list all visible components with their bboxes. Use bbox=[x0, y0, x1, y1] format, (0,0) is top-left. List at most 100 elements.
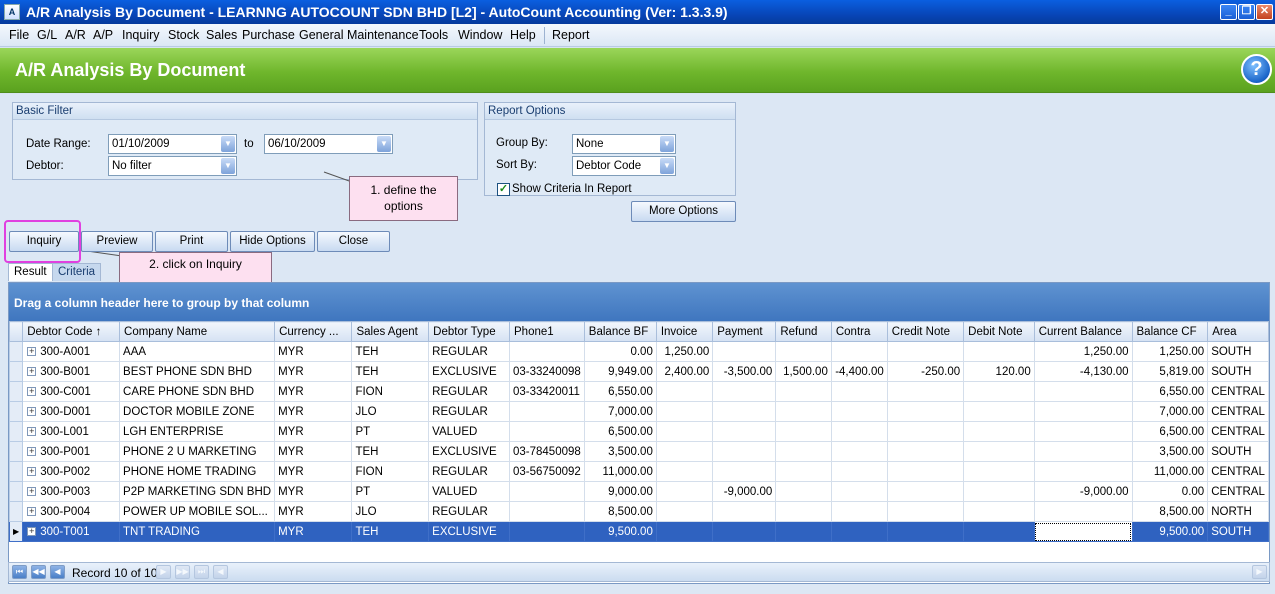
table-cell[interactable]: EXCLUSIVE bbox=[428, 521, 510, 542]
table-cell[interactable]: CENTRAL bbox=[1207, 421, 1269, 442]
date-from-field[interactable]: 01/10/2009 ▼ bbox=[108, 134, 237, 154]
menu-file[interactable]: File bbox=[9, 28, 29, 42]
table-cell[interactable]: PHONE HOME TRADING bbox=[119, 461, 276, 482]
expand-icon[interactable]: + bbox=[27, 346, 37, 356]
table-row[interactable]: +300-B001 BEST PHONE SDN BHD MYR TEH EXCLUSI… bbox=[9, 361, 1269, 382]
table-cell[interactable]: 9,500.00 bbox=[1131, 521, 1209, 542]
table-cell[interactable]: 1,500.00 bbox=[775, 361, 832, 382]
menu-ap[interactable]: A/P bbox=[93, 28, 113, 42]
window-title-bar[interactable]: A A/R Analysis By Document - LEARNNG AUT… bbox=[0, 0, 1275, 24]
expand-icon[interactable]: + bbox=[27, 426, 37, 436]
menu-tools[interactable]: Tools bbox=[419, 28, 448, 42]
table-cell[interactable] bbox=[509, 401, 585, 422]
row-indicator[interactable] bbox=[9, 501, 24, 522]
expand-icon[interactable]: + bbox=[27, 466, 37, 476]
menu-general-maintenance[interactable]: General Maintenance bbox=[299, 28, 419, 42]
table-cell[interactable]: NORTH bbox=[1207, 501, 1269, 522]
table-cell[interactable] bbox=[712, 441, 777, 462]
table-cell[interactable]: PHONE 2 U MARKETING bbox=[119, 441, 276, 462]
table-cell[interactable] bbox=[963, 441, 1035, 462]
menu-purchase[interactable]: Purchase bbox=[242, 28, 295, 42]
table-cell[interactable]: 2,400.00 bbox=[655, 361, 714, 382]
table-cell[interactable]: SOUTH bbox=[1207, 521, 1269, 542]
table-cell[interactable]: 1,250.00 bbox=[1033, 341, 1133, 362]
table-cell[interactable] bbox=[509, 501, 585, 522]
tab-result[interactable]: Result bbox=[8, 263, 53, 281]
more-options-button[interactable]: More Options bbox=[631, 201, 736, 222]
table-cell[interactable] bbox=[712, 501, 777, 522]
table-row[interactable]: +300-C001 CARE PHONE SDN BHD MYR FION REGULA… bbox=[9, 381, 1269, 402]
table-cell[interactable] bbox=[775, 341, 832, 362]
first-record-icon[interactable]: ⏮ bbox=[12, 565, 27, 579]
table-cell[interactable] bbox=[1033, 421, 1133, 442]
group-by-select[interactable]: None ▼ bbox=[572, 134, 676, 154]
column-header[interactable]: Current Balance bbox=[1033, 321, 1133, 342]
column-header[interactable]: Sales Agent bbox=[351, 321, 430, 342]
table-cell[interactable] bbox=[963, 401, 1035, 422]
table-cell[interactable] bbox=[830, 441, 888, 462]
table-cell[interactable]: P2P MARKETING SDN BHD bbox=[119, 481, 276, 502]
expand-icon[interactable]: + bbox=[27, 446, 37, 456]
table-cell[interactable] bbox=[830, 401, 888, 422]
table-cell[interactable] bbox=[886, 521, 965, 542]
tab-criteria[interactable]: Criteria bbox=[52, 263, 102, 281]
table-cell[interactable]: -9,000.00 bbox=[712, 481, 777, 502]
print-button[interactable]: Print bbox=[155, 231, 228, 252]
column-header[interactable]: Company Name bbox=[119, 321, 276, 342]
table-cell[interactable]: MYR bbox=[274, 421, 353, 442]
table-cell[interactable]: POWER UP MOBILE SOL... bbox=[119, 501, 276, 522]
column-header[interactable]: Credit Note bbox=[886, 321, 965, 342]
table-cell[interactable] bbox=[963, 421, 1035, 442]
table-cell[interactable]: +300-T001 bbox=[22, 521, 121, 542]
table-cell[interactable]: -3,500.00 bbox=[712, 361, 777, 382]
table-cell[interactable]: 5,819.00 bbox=[1131, 361, 1209, 382]
close-window-icon[interactable]: ✕ bbox=[1256, 4, 1273, 20]
table-cell[interactable]: MYR bbox=[274, 521, 353, 542]
menu-sales[interactable]: Sales bbox=[206, 28, 237, 42]
table-cell[interactable]: 03-78450098 bbox=[509, 441, 585, 462]
expand-icon[interactable]: + bbox=[27, 486, 37, 496]
next-record-icon[interactable]: ▶ bbox=[156, 565, 171, 579]
table-cell[interactable]: FION bbox=[351, 461, 430, 482]
table-cell[interactable]: CARE PHONE SDN BHD bbox=[119, 381, 276, 402]
table-cell[interactable]: AAA bbox=[119, 341, 276, 362]
table-cell[interactable]: BEST PHONE SDN BHD bbox=[119, 361, 276, 382]
expand-icon[interactable]: + bbox=[27, 386, 37, 396]
table-cell[interactable]: -250.00 bbox=[886, 361, 965, 382]
table-cell[interactable] bbox=[963, 461, 1035, 482]
table-cell[interactable] bbox=[712, 461, 777, 482]
table-cell[interactable]: TEH bbox=[351, 341, 430, 362]
table-cell[interactable]: 0.00 bbox=[1131, 481, 1209, 502]
table-row[interactable]: +300-P001 PHONE 2 U MARKETING MYR TEH EXCLUS… bbox=[9, 441, 1269, 462]
table-cell[interactable]: TEH bbox=[351, 441, 430, 462]
table-cell[interactable]: PT bbox=[351, 421, 430, 442]
table-cell[interactable]: MYR bbox=[274, 441, 353, 462]
table-cell[interactable]: +300-P004 bbox=[22, 501, 121, 522]
table-cell[interactable] bbox=[655, 401, 714, 422]
table-cell[interactable]: MYR bbox=[274, 381, 353, 402]
table-cell[interactable]: MYR bbox=[274, 361, 353, 382]
table-cell[interactable]: 9,000.00 bbox=[583, 481, 657, 502]
table-cell[interactable] bbox=[509, 481, 585, 502]
preview-button[interactable]: Preview bbox=[81, 231, 153, 252]
chevron-down-icon[interactable]: ▼ bbox=[660, 158, 674, 174]
table-cell[interactable]: FION bbox=[351, 381, 430, 402]
table-cell[interactable] bbox=[775, 521, 832, 542]
table-cell[interactable] bbox=[775, 421, 832, 442]
table-cell[interactable] bbox=[509, 421, 585, 442]
column-header[interactable]: Invoice bbox=[655, 321, 714, 342]
table-cell[interactable]: REGULAR bbox=[428, 341, 510, 362]
row-indicator[interactable] bbox=[9, 441, 24, 462]
table-cell[interactable]: MYR bbox=[274, 461, 353, 482]
table-cell[interactable] bbox=[1033, 381, 1133, 402]
table-cell[interactable]: 6,500.00 bbox=[1131, 421, 1209, 442]
table-cell[interactable]: 0.00 bbox=[583, 341, 657, 362]
table-cell[interactable]: CENTRAL bbox=[1207, 381, 1269, 402]
menu-stock[interactable]: Stock bbox=[168, 28, 199, 42]
table-cell[interactable] bbox=[886, 481, 965, 502]
column-header[interactable]: Debtor Code ↑ bbox=[22, 321, 121, 342]
table-cell[interactable]: JLO bbox=[351, 501, 430, 522]
table-cell[interactable]: REGULAR bbox=[428, 401, 510, 422]
table-cell[interactable] bbox=[655, 461, 714, 482]
debtor-select[interactable]: No filter ▼ bbox=[108, 156, 237, 176]
